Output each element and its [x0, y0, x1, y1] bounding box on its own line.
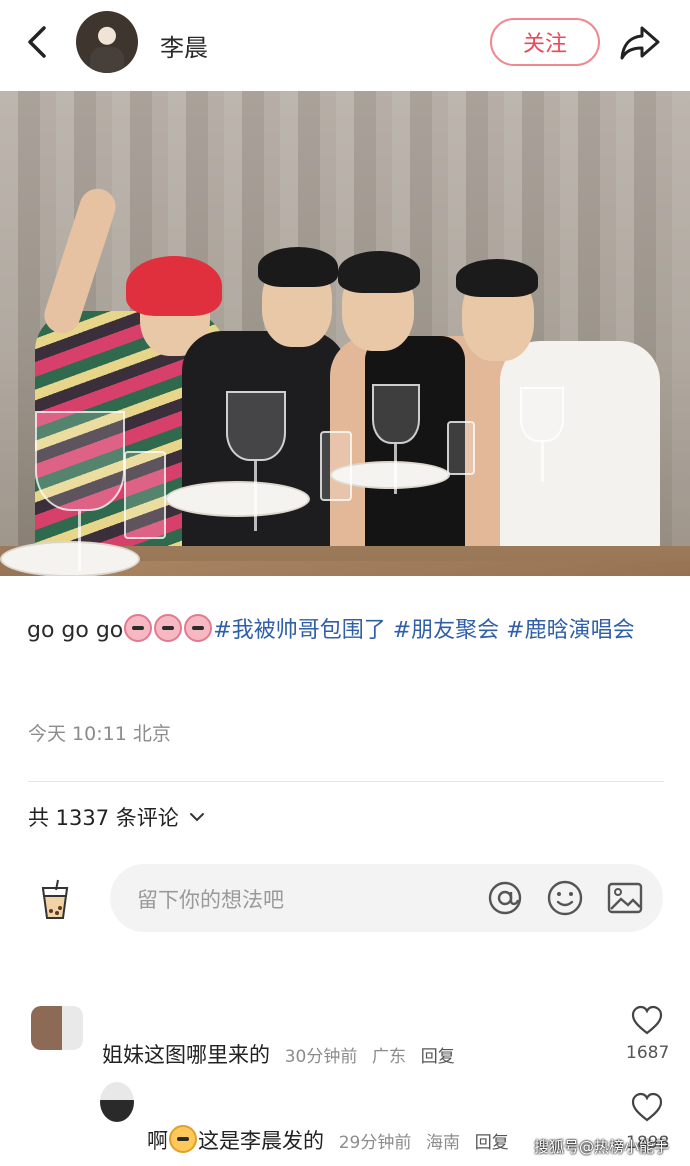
author-avatar[interactable]: [76, 11, 138, 73]
comment-count-toggle[interactable]: 共 1337 条评论: [28, 802, 205, 832]
post-photo[interactable]: [0, 91, 690, 576]
plate: [0, 541, 140, 576]
like-count: 1687: [626, 1043, 670, 1063]
reply-button[interactable]: 回复: [421, 1047, 455, 1067]
author-name[interactable]: 李晨: [160, 28, 208, 63]
chevron-down-icon: [189, 813, 204, 822]
surprised-emoji-icon: [169, 1125, 197, 1153]
wine-glass: [226, 391, 286, 461]
comment-count: 共 1337 条评论: [28, 806, 179, 830]
water-glass: [320, 431, 352, 501]
cute-emoji-icon: [154, 614, 183, 642]
emoji-icon[interactable]: [546, 879, 584, 917]
comment-text-continued: 这是李晨发的: [198, 1129, 324, 1153]
hashtag-link[interactable]: #我被帅哥包围了: [213, 618, 385, 643]
comment-location: 海南: [426, 1133, 461, 1153]
comment-location: 广东: [372, 1047, 407, 1067]
post-caption: go go go #我被帅哥包围了 #朋友聚会 #鹿晗演唱会: [27, 612, 667, 649]
hashtag-link[interactable]: #鹿晗演唱会: [506, 618, 634, 643]
reply-button[interactable]: 回复: [475, 1133, 509, 1153]
comment-time: 29分钟前: [338, 1133, 412, 1153]
share-icon[interactable]: [618, 20, 662, 64]
comment-time: 30分钟前: [284, 1047, 358, 1067]
dining-table-top: [90, 561, 690, 576]
heart-icon[interactable]: [630, 1004, 664, 1036]
post-meta: 今天 10:11 北京: [28, 719, 171, 746]
comment-text: 姐妹这图哪里来的: [102, 1043, 270, 1067]
post-location: 北京: [132, 723, 171, 745]
back-icon[interactable]: [20, 22, 56, 62]
comment-input[interactable]: 留下你的想法吧: [110, 864, 663, 932]
comment-item: 姐妹这图哪里来的 30分钟前 广东 回复: [102, 1039, 455, 1069]
plate: [165, 481, 310, 517]
comment-item: 啊 这是李晨发的 29分钟前 海南 回复: [147, 1125, 509, 1155]
post-detail-page: 李晨 关注 go go go #我被帅哥包围了 #朋友聚会 #鹿晗演唱会 今天 …: [0, 0, 690, 1166]
wine-glass: [35, 411, 125, 511]
commenter-avatar[interactable]: [31, 1006, 83, 1050]
water-glass: [447, 421, 475, 475]
pig-emoji-icon: [184, 614, 213, 642]
follow-button[interactable]: 关注: [490, 18, 600, 66]
comment-text: 啊: [147, 1129, 168, 1153]
comment-input-placeholder: 留下你的想法吧: [137, 888, 284, 912]
hashtag-link[interactable]: #朋友聚会: [393, 618, 499, 643]
heart-icon[interactable]: [630, 1091, 664, 1123]
caption-text: go go go: [27, 618, 124, 643]
at-icon[interactable]: [486, 879, 524, 917]
water-glass: [124, 451, 166, 539]
commenter-avatar[interactable]: [100, 1082, 134, 1122]
divider: [28, 781, 664, 782]
wine-glass: [520, 387, 564, 442]
image-icon[interactable]: [606, 879, 644, 917]
wine-glass: [372, 384, 420, 444]
watermark: 搜狐号@热榜小能手: [534, 1138, 670, 1156]
sunglasses-emoji-icon: [124, 614, 153, 642]
post-time: 今天 10:11: [28, 723, 127, 745]
top-bar: 李晨 关注: [0, 0, 690, 86]
milk-tea-icon[interactable]: [38, 878, 72, 920]
